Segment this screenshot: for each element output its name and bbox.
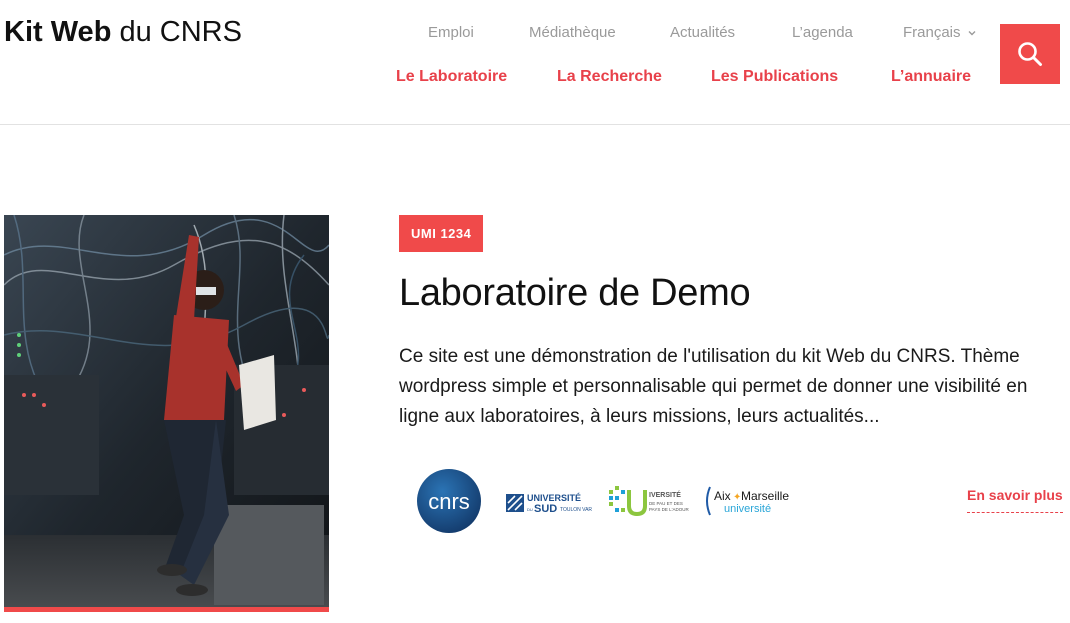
- header-divider: [0, 124, 1070, 125]
- amu-line1b: Marseille: [741, 489, 789, 503]
- amu-line1: Aix: [714, 489, 731, 503]
- cnrs-logo[interactable]: cnrs: [417, 469, 481, 538]
- lab-code-badge: UMI 1234: [399, 215, 484, 252]
- main-nav-laboratoire[interactable]: Le Laboratoire: [396, 68, 507, 86]
- logo-bold-text: Kit Web: [4, 16, 112, 48]
- read-more-link[interactable]: En savoir plus: [967, 487, 1063, 513]
- chevron-down-icon: [968, 30, 976, 35]
- toulon-small-left: DU: [527, 507, 533, 512]
- search-button[interactable]: [1000, 24, 1060, 84]
- top-nav-emploi[interactable]: Emploi: [428, 24, 474, 41]
- top-nav-actualites[interactable]: Actualités: [670, 24, 735, 41]
- language-label: Français: [903, 24, 961, 41]
- amu-line2: université: [724, 503, 771, 515]
- pau-line3: PAYS DE L'ADOUR: [649, 507, 689, 512]
- toulon-line1: UNIVERSITÉ: [527, 493, 581, 503]
- main-nav-publications[interactable]: Les Publications: [711, 68, 838, 86]
- toulon-small-right: TOULON VAR: [560, 507, 592, 513]
- pau-line2: DE PAU ET DES: [649, 501, 683, 506]
- toulon-line2: SUD: [534, 503, 557, 515]
- search-icon: [1018, 42, 1042, 66]
- page-title: Laboratoire de Demo: [399, 272, 751, 314]
- top-nav-agenda[interactable]: L’agenda: [792, 24, 853, 41]
- top-nav-mediatheque[interactable]: Médiathèque: [529, 24, 616, 41]
- lab-description: Ce site est une démonstration de l'utili…: [399, 346, 1028, 427]
- site-logo[interactable]: Kit Web du CNRS: [4, 14, 242, 50]
- pau-line1: IVERSITÉ: [649, 490, 681, 499]
- main-nav-recherche[interactable]: La Recherche: [557, 68, 662, 86]
- logo-light-text: du CNRS: [119, 16, 242, 48]
- universite-toulon-logo[interactable]: UNIVERSITÉ DU SUD TOULON VAR: [506, 491, 594, 520]
- aix-marseille-logo[interactable]: Aix ✦ Marseille université: [704, 485, 794, 522]
- hero-image-accent-bar: [4, 607, 329, 612]
- language-selector[interactable]: Français: [903, 24, 977, 41]
- cnrs-logo-text: cnrs: [428, 489, 470, 514]
- main-nav-annuaire[interactable]: L’annuaire: [891, 68, 971, 86]
- hero-image-lab-researcher: [4, 215, 329, 612]
- universite-pau-logo[interactable]: IVERSITÉ DE PAU ET DES PAYS DE L'ADOUR: [607, 484, 691, 523]
